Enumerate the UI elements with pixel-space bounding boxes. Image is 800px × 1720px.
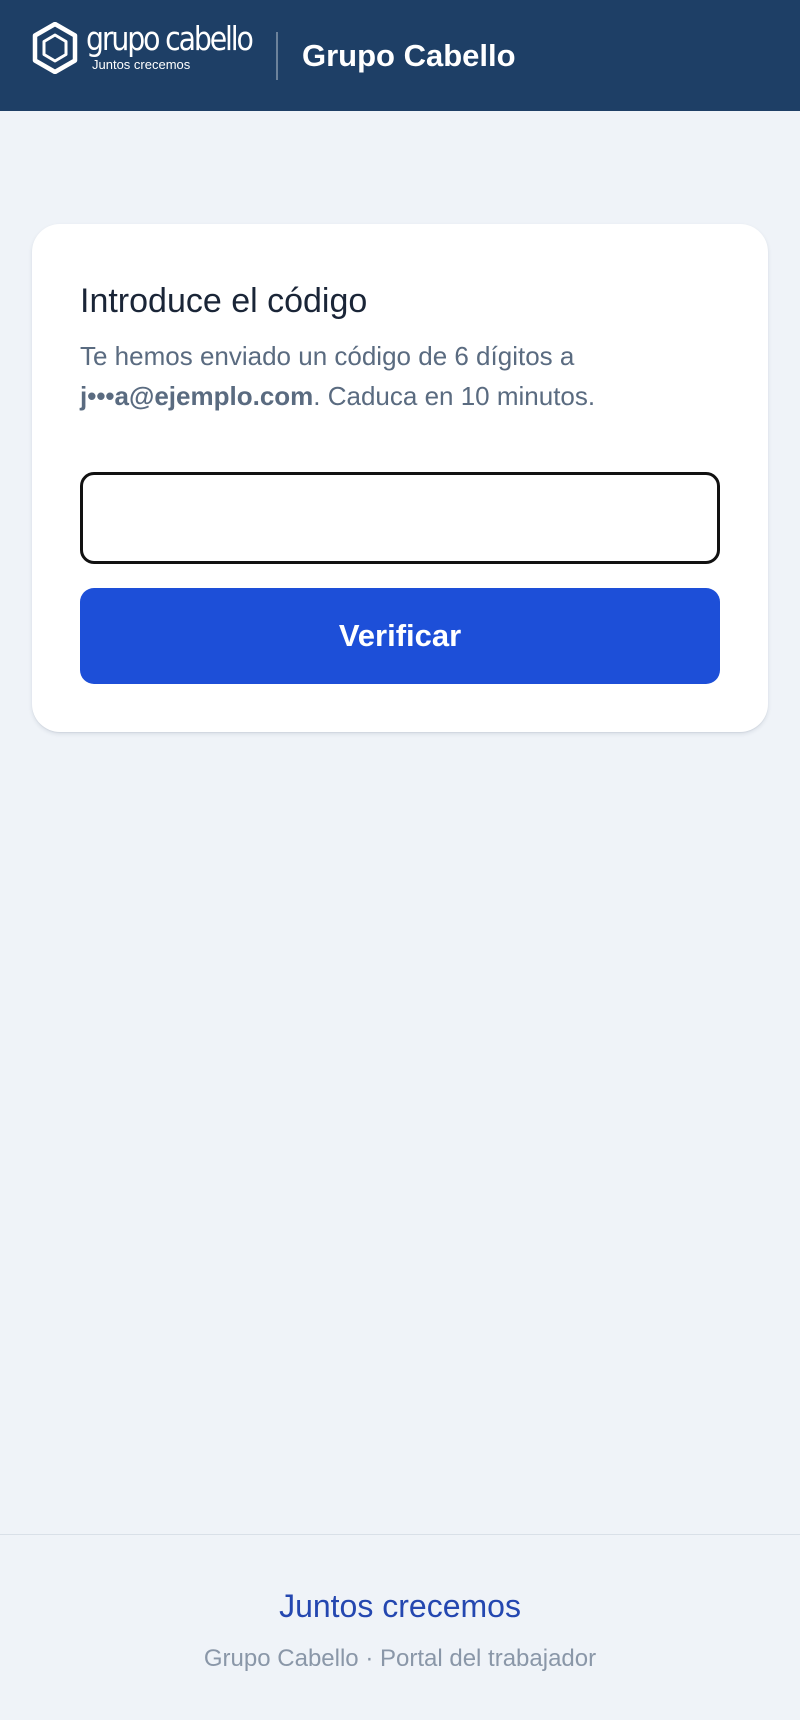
masked-email: j•••a@ejemplo.com — [80, 381, 314, 411]
app-header: grupo cabello Juntos crecemos Grupo Cabe… — [0, 0, 800, 111]
brand-logo[interactable]: grupo cabello Juntos crecemos — [32, 22, 279, 74]
verification-card: Introduce el código Te hemos enviado un … — [32, 224, 768, 732]
hexagon-logo-icon — [32, 22, 78, 74]
description-suffix: . Caduca en 10 minutos. — [313, 381, 596, 411]
card-title: Introduce el código — [80, 282, 368, 320]
card-description: Te hemos enviado un código de 6 dígitos … — [80, 336, 740, 416]
description-prefix: Te hemos enviado un código de 6 dígitos … — [80, 341, 575, 371]
footer-divider — [0, 1534, 800, 1535]
page: grupo cabello Juntos crecemos Grupo Cabe… — [0, 0, 800, 1720]
header-title: Grupo Cabello — [302, 38, 516, 73]
verification-code-input[interactable] — [80, 472, 720, 564]
logo-wordmark: grupo cabello — [86, 19, 254, 58]
logo-tagline: Juntos crecemos — [92, 57, 191, 72]
header-divider — [276, 32, 278, 80]
footer-subtitle: Grupo Cabello · Portal del trabajador — [203, 1645, 597, 1672]
footer-slogan: Juntos crecemos — [279, 1588, 521, 1624]
verify-button[interactable]: Verificar — [80, 588, 720, 684]
